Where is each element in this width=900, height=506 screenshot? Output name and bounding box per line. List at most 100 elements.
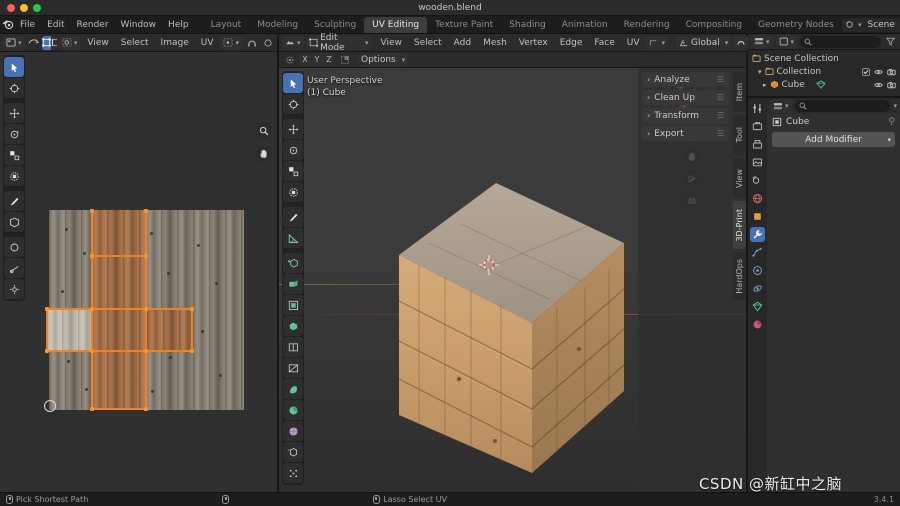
uv-2d-cursor-icon[interactable]: [44, 400, 56, 412]
properties-tab-tool[interactable]: [750, 101, 765, 116]
outliner-search-input[interactable]: [800, 36, 881, 48]
disclosure-triangle-down-icon[interactable]: ▾: [758, 68, 762, 76]
workspace-tab-animation[interactable]: Animation: [554, 17, 616, 33]
pivot-chevron-down-icon[interactable]: ▾: [235, 39, 239, 47]
vp-tool-move[interactable]: [283, 119, 303, 139]
workspace-tab-rendering[interactable]: Rendering: [616, 17, 678, 33]
uv-select-mode-group[interactable]: [42, 36, 57, 50]
outliner-editor-type-selector[interactable]: ▾: [751, 35, 773, 49]
outliner-filter-icon[interactable]: [884, 35, 897, 48]
pin-icon[interactable]: ⚲: [888, 117, 895, 127]
properties-tab-object[interactable]: [750, 209, 765, 224]
vp-tool-inset-faces[interactable]: [283, 295, 303, 315]
properties-tab-world[interactable]: [750, 191, 765, 206]
vp-tool-bevel[interactable]: [283, 316, 303, 336]
uv-menu-uv[interactable]: UV: [196, 38, 219, 48]
panel-transform[interactable]: › Transform ☰: [642, 108, 729, 123]
panel-drag-handle[interactable]: ☰: [717, 129, 724, 138]
uv-menu-view[interactable]: View: [82, 38, 113, 48]
window-controls[interactable]: [0, 4, 41, 12]
uv-tool-annotate[interactable]: [4, 191, 24, 211]
uv-sync-selection-icon[interactable]: [28, 36, 39, 50]
proportional-axis-group[interactable]: X Y Z: [299, 53, 335, 66]
panel-drag-handle[interactable]: ☰: [717, 111, 724, 120]
workspace-tab-compositing[interactable]: Compositing: [678, 17, 750, 33]
properties-tab-constraints[interactable]: [750, 281, 765, 296]
menu-help[interactable]: Help: [162, 19, 195, 31]
vp-tool-tweak[interactable]: [283, 73, 303, 93]
vp-tool-annotate[interactable]: [283, 207, 303, 227]
menu-edit[interactable]: Edit: [41, 19, 70, 31]
viewport-editor-type-selector[interactable]: ▾: [282, 36, 304, 50]
disclosure-triangle-right-icon[interactable]: ▸: [763, 81, 767, 89]
vp-tool-smooth[interactable]: [283, 421, 303, 441]
viewport-type-chevron-down-icon[interactable]: ▾: [297, 39, 301, 47]
viewport-menu-add[interactable]: Add: [449, 38, 476, 48]
properties-tab-output[interactable]: [750, 137, 765, 152]
sidebar-tab-hardops[interactable]: HardOps: [733, 252, 746, 300]
axis-z-toggle[interactable]: Z: [323, 53, 335, 66]
collection-camera-icon[interactable]: [887, 68, 896, 76]
chevron-right-icon[interactable]: ›: [647, 129, 650, 138]
panel-drag-handle[interactable]: ☰: [717, 93, 724, 102]
viewport-menu-view[interactable]: View: [376, 38, 407, 48]
uv-menu-image[interactable]: Image: [156, 38, 194, 48]
options-chevron-down-icon[interactable]: ▾: [402, 56, 406, 64]
add-modifier-button[interactable]: Add Modifier ▾: [772, 132, 895, 147]
uv-tool-cursor[interactable]: [4, 78, 24, 98]
properties-tab-modifier[interactable]: [750, 227, 765, 242]
workspace-tab-uv-editing[interactable]: UV Editing: [364, 17, 427, 33]
vp-tool-add-cube[interactable]: [283, 253, 303, 273]
uv-canvas[interactable]: [0, 52, 277, 492]
uv-tool-transform[interactable]: [4, 166, 24, 186]
properties-options-chevron-down-icon[interactable]: ▾: [893, 102, 897, 110]
proportional-falloff-icon[interactable]: [283, 53, 296, 66]
sidebar-tab-3dprint[interactable]: 3D-Print: [733, 201, 746, 249]
viewport-options-selector[interactable]: Options ▾: [358, 53, 408, 67]
uv-tool-rip-region[interactable]: [4, 212, 24, 232]
properties-tab-data[interactable]: [750, 299, 765, 314]
sidebar-tab-item[interactable]: Item: [733, 72, 746, 112]
uv-zoom-icon[interactable]: [255, 122, 272, 139]
axis-y-toggle[interactable]: Y: [311, 53, 323, 66]
mode-chevron-down-icon[interactable]: ▾: [365, 39, 369, 47]
uv-sticky-selection-selector[interactable]: ▾: [59, 36, 81, 50]
mesh-data-icon[interactable]: [816, 80, 826, 89]
viewport-menu-edge[interactable]: Edge: [555, 38, 588, 48]
menu-file[interactable]: File: [14, 19, 41, 31]
axis-x-toggle[interactable]: X: [299, 53, 311, 66]
uv-tool-tweak[interactable]: [4, 57, 24, 77]
vp-tool-cursor[interactable]: [283, 94, 303, 114]
scene-chevron-down-icon[interactable]: ▾: [858, 21, 862, 29]
viewport-menu-mesh[interactable]: Mesh: [478, 38, 512, 48]
properties-type-chevron-down-icon[interactable]: ▾: [785, 102, 789, 110]
cube-eye-icon[interactable]: [874, 81, 883, 89]
panel-export[interactable]: › Export ☰: [642, 126, 729, 141]
outliner-row-scene-collection[interactable]: Scene Collection: [748, 52, 900, 65]
overlay-chevron-down-icon[interactable]: ▾: [661, 39, 665, 47]
add-modifier-chevron-down-icon[interactable]: ▾: [887, 136, 891, 144]
cube-camera-icon[interactable]: [887, 81, 896, 89]
close-window-icon[interactable]: [7, 4, 15, 12]
editor-type-chevron-down-icon[interactable]: ▾: [18, 39, 22, 47]
vp-tool-shrink-fatten[interactable]: [283, 442, 303, 462]
uv-edge-select-icon[interactable]: [51, 36, 57, 50]
vp-tool-transform[interactable]: [283, 182, 303, 202]
properties-tab-view-layer[interactable]: [750, 155, 765, 170]
vp-tool-spin[interactable]: [283, 400, 303, 420]
mesh-edit-mode-overlay-selector[interactable]: ▾: [646, 36, 668, 50]
menu-render[interactable]: Render: [71, 19, 115, 31]
uv-snap-magnet-icon[interactable]: [245, 36, 258, 49]
uv-vertex-select-icon[interactable]: [42, 36, 51, 50]
viewport-menu-vertex[interactable]: Vertex: [514, 38, 553, 48]
properties-tab-material[interactable]: [750, 317, 765, 332]
vp-tool-rip-region[interactable]: [283, 463, 303, 483]
cube-object[interactable]: [399, 183, 624, 492]
sticky-chevron-down-icon[interactable]: ▾: [74, 39, 78, 47]
vp-tool-knife[interactable]: [283, 358, 303, 378]
uv-editor-type-selector[interactable]: ▾: [3, 36, 25, 50]
workspace-tab-modeling[interactable]: Modeling: [249, 17, 306, 33]
outliner-row-cube[interactable]: ▸ Cube: [748, 78, 900, 91]
workspace-tab-layout[interactable]: Layout: [203, 17, 250, 33]
viewport-menu-uv[interactable]: UV: [622, 38, 645, 48]
